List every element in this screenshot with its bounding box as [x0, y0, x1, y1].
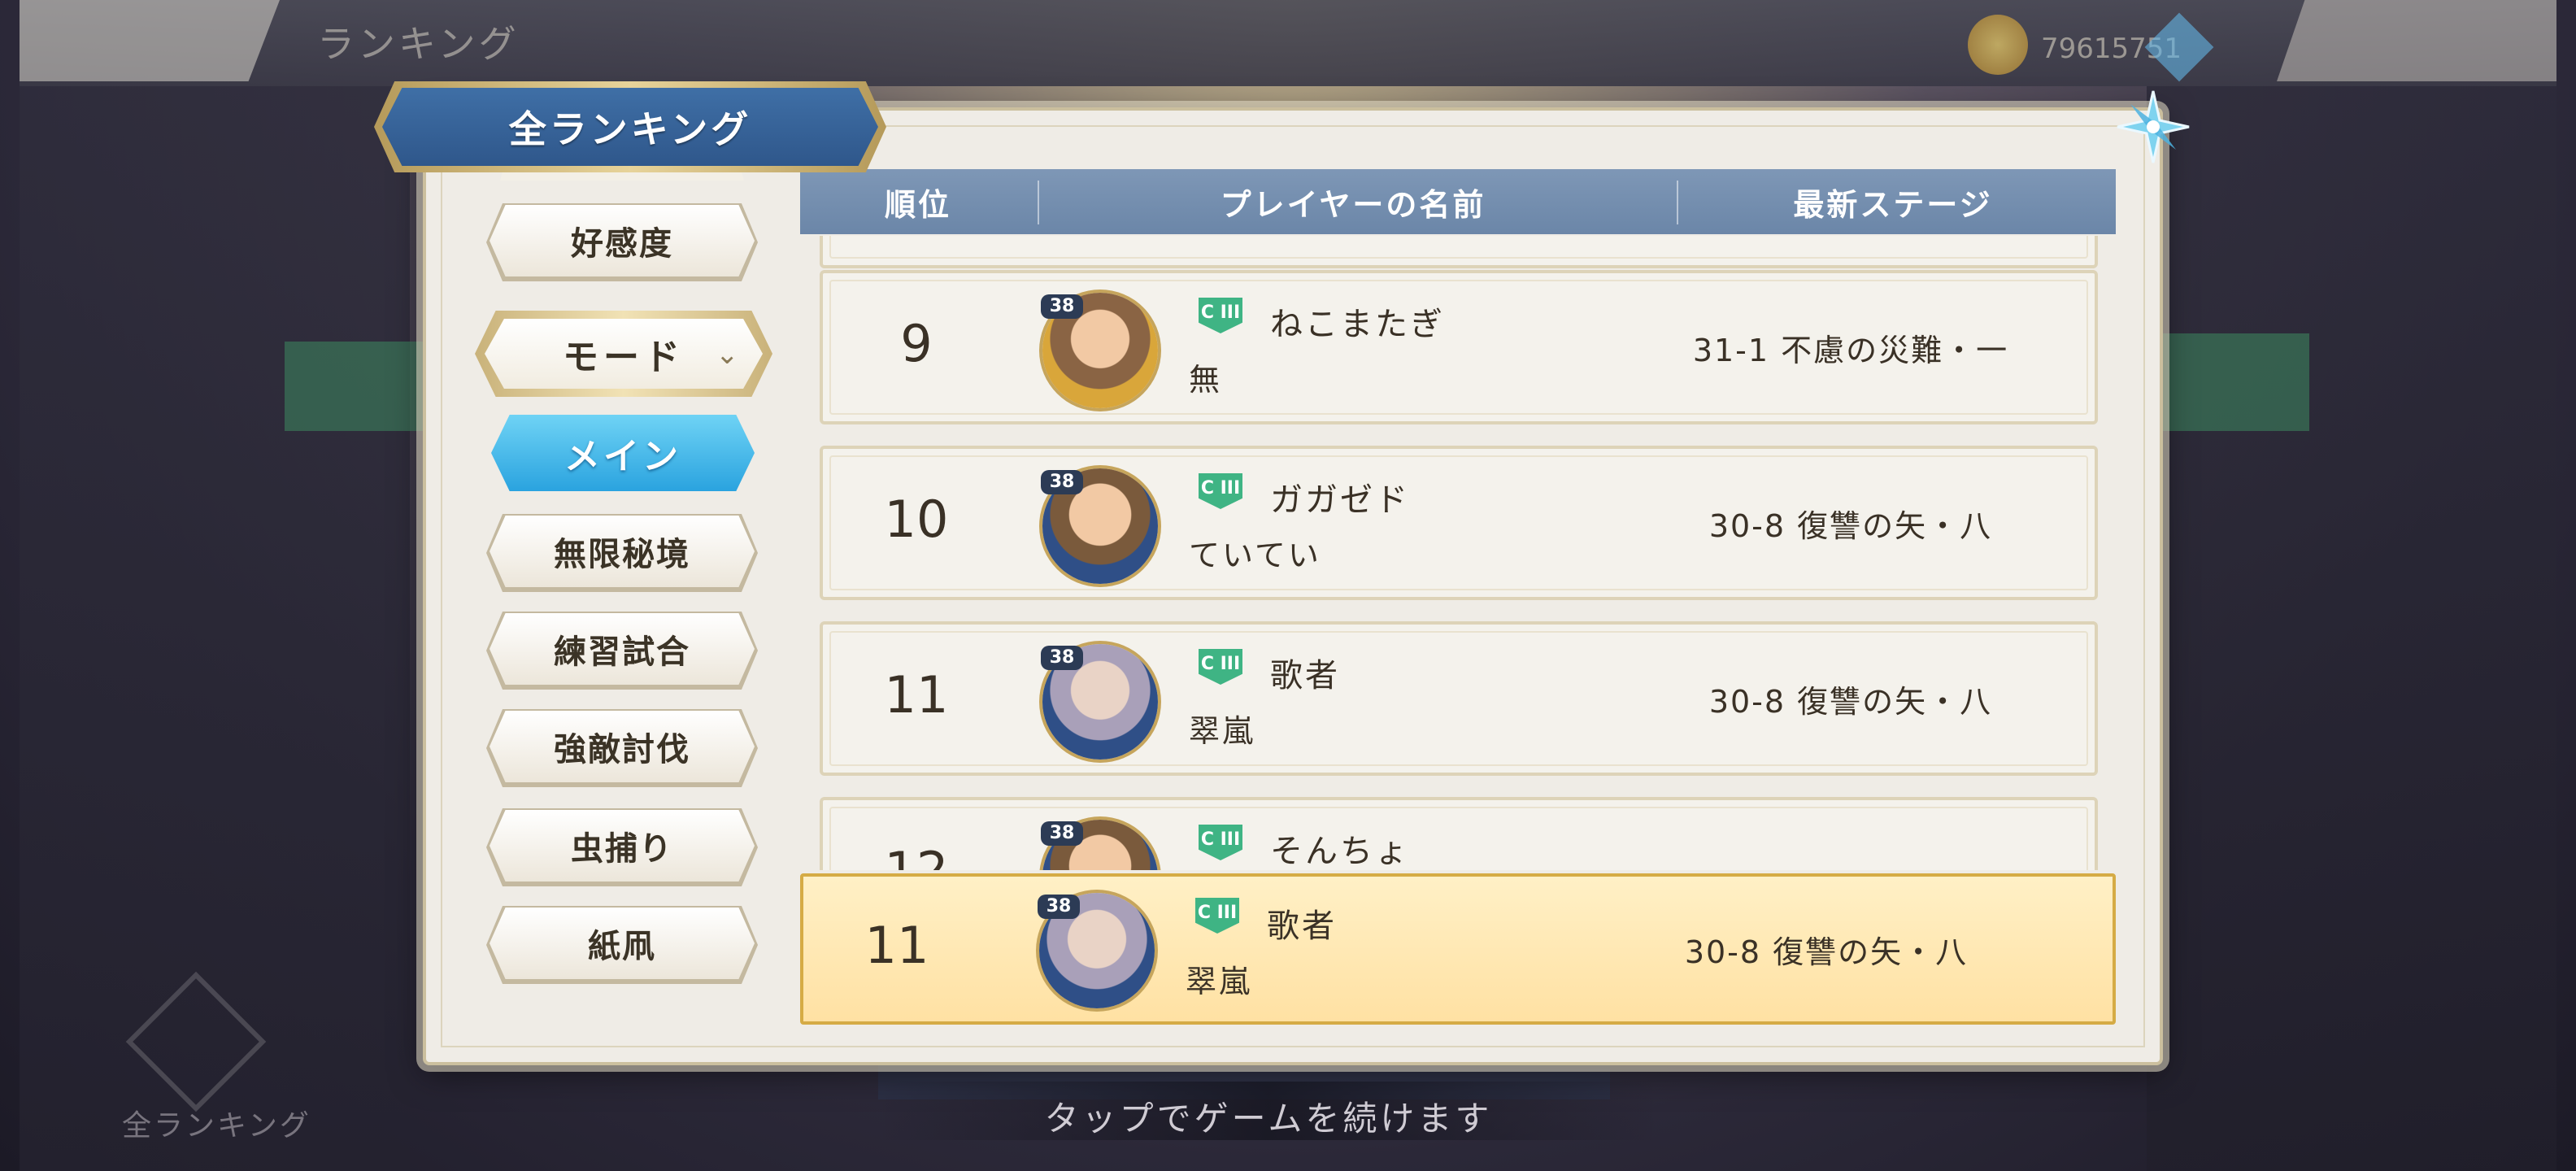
tier-badge-icon: C III — [1199, 473, 1242, 509]
guild-name: 無 — [1189, 362, 1223, 398]
player-name: ガガゼド — [1270, 481, 1410, 519]
sidebar-item-kite[interactable]: 紙凧 — [490, 908, 755, 979]
my-tier-badge-icon: C III — [1195, 898, 1239, 934]
guild-name: 翠嵐 — [1189, 713, 1256, 749]
ranking-table-header: 順位 プレイヤーの名前 最新ステージ — [800, 169, 2116, 234]
my-level-badge: 38 — [1038, 895, 1080, 919]
close-x-icon — [2117, 90, 2190, 163]
tap-to-continue-text: タップでゲームを続けます — [1044, 1099, 1493, 1138]
my-latest-stage: 30-8 復讐の矢・八 — [1684, 934, 1969, 970]
sidebar-item-main[interactable]: メイン — [491, 415, 755, 491]
header-latest-stage: 最新ステージ — [1793, 186, 1993, 223]
level-badge: 38 — [1041, 470, 1083, 494]
my-rank-value: 11 — [864, 916, 929, 975]
sidebar-item-boss-hunt[interactable]: 強敵討伐 — [490, 711, 755, 782]
level-badge: 38 — [1041, 821, 1083, 846]
sidebar-item-bug-catching[interactable]: 虫捕り — [490, 810, 755, 882]
ranking-list[interactable]: 9 38 C III ねこまたぎ 無 31-1 不慮の災難・一 10 38 C … — [800, 236, 2116, 870]
table-row[interactable]: 11 38 C III 歌者 翠嵐 30-8 復讐の矢・八 — [820, 621, 2098, 776]
avatar[interactable] — [1042, 468, 1158, 584]
mode-dropdown-label: モード — [563, 337, 685, 378]
ranking-nav-label: 全ランキング — [122, 1109, 311, 1143]
my-rank-row[interactable]: 11 38 C III 歌者 翠嵐 30-8 復讐の矢・八 — [800, 873, 2116, 1025]
sidebar-item-infinite-realm[interactable]: 無限秘境 — [490, 516, 755, 587]
latest-stage: 30-8 復讐の矢・八 — [1708, 684, 1993, 720]
background-home-button — [2277, 0, 2556, 81]
background-green-flag-right — [2139, 333, 2309, 431]
close-button[interactable] — [2114, 88, 2192, 166]
rank-value: 12 — [823, 841, 1010, 870]
tier-badge-icon: C III — [1199, 649, 1242, 685]
header-divider — [1677, 181, 1678, 224]
background-right-panel — [2147, 86, 2556, 1171]
table-row[interactable]: 10 38 C III ガガゼド ていてい 30-8 復讐の矢・八 — [820, 446, 2098, 600]
level-badge: 38 — [1041, 294, 1083, 319]
rank-value: 10 — [884, 490, 949, 549]
level-badge: 38 — [1041, 646, 1083, 670]
sidebar-item-affection[interactable]: 好感度 — [490, 205, 755, 276]
avatar[interactable] — [1042, 293, 1158, 408]
background-back-button — [20, 0, 280, 81]
sidebar-item-label: メイン — [564, 436, 681, 477]
avatar[interactable] — [1042, 644, 1158, 760]
my-player-name: 歌者 — [1267, 908, 1337, 945]
rank-value: 9 — [900, 314, 933, 373]
latest-stage: 31-1 不慮の災難・一 — [1692, 333, 2009, 368]
chevron-down-icon: ⌄ — [716, 338, 739, 371]
header-rank: 順位 — [884, 186, 951, 223]
table-row[interactable]: 12 38 C III そんちょ — [820, 797, 2098, 870]
sidebar-item-label: 強敵討伐 — [554, 731, 690, 768]
sidebar-item-practice-match[interactable]: 練習試合 — [490, 613, 755, 685]
player-name: ねこまたぎ — [1270, 306, 1445, 343]
avatar[interactable] — [1042, 820, 1158, 870]
sidebar-item-label: 紙凧 — [588, 928, 656, 965]
player-name: 歌者 — [1270, 657, 1340, 694]
latest-stage: 30-8 復讐の矢・八 — [1708, 508, 1993, 544]
coin-icon — [1968, 15, 2028, 75]
tier-badge-icon: C III — [1199, 298, 1242, 333]
table-row[interactable]: 9 38 C III ねこまたぎ 無 31-1 不慮の災難・一 — [820, 270, 2098, 424]
header-divider — [1038, 181, 1039, 224]
sidebar-item-label: 練習試合 — [554, 633, 690, 671]
sidebar-item-label: 無限秘境 — [554, 536, 690, 573]
title-banner: 全ランキング — [382, 88, 878, 166]
rank-value: 11 — [884, 665, 949, 725]
sidebar-item-label: 虫捕り — [571, 830, 673, 868]
player-name: そんちょ — [1270, 833, 1410, 870]
header-player-name: プレイヤーの名前 — [1220, 186, 1486, 223]
sidebar-item-label: 好感度 — [571, 225, 673, 263]
my-guild-name: 翠嵐 — [1186, 964, 1253, 999]
table-row[interactable] — [820, 236, 2098, 268]
modal-title: 全ランキング — [508, 107, 752, 151]
guild-name: ていてい — [1189, 538, 1321, 573]
tier-badge-icon: C III — [1199, 825, 1242, 860]
background-screen-title: ランキング — [317, 22, 520, 66]
